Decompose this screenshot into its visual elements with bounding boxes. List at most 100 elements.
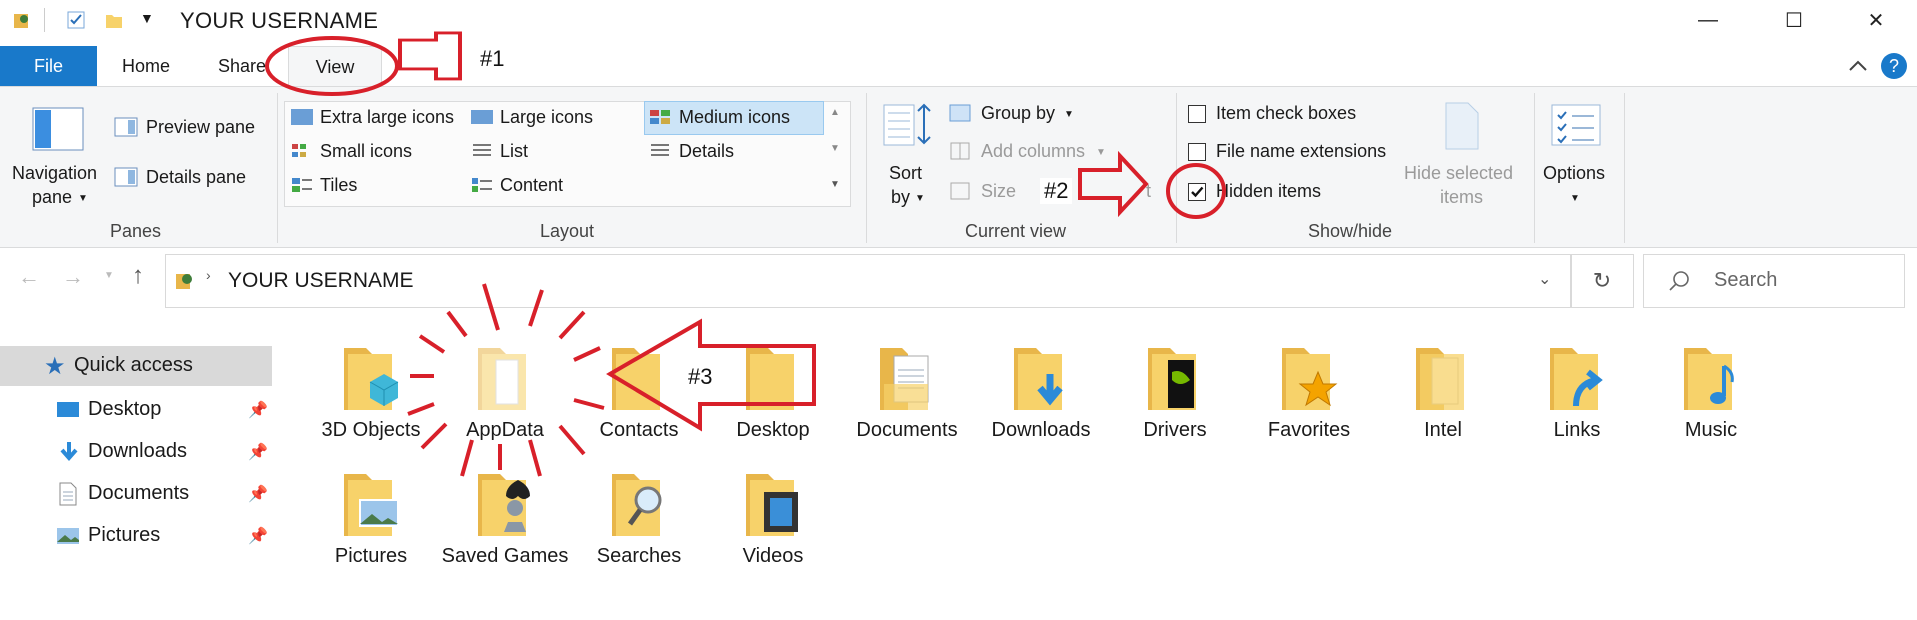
tiles-icon xyxy=(292,178,312,192)
hide-selected-items-button[interactable]: Hide selected xyxy=(1404,163,1513,184)
contacts-folder-icon xyxy=(612,348,660,410)
pin-icon[interactable]: 📌 xyxy=(248,442,268,462)
up-arrow-icon[interactable]: ↑ xyxy=(132,262,144,290)
folder-item-appdata[interactable]: AppData xyxy=(440,338,570,468)
help-icon[interactable]: ? xyxy=(1880,52,1908,80)
layout-list[interactable]: List xyxy=(500,141,528,162)
layout-medium-icons[interactable]: Medium icons xyxy=(679,107,790,128)
folder-item-documents[interactable]: Documents xyxy=(842,338,972,468)
pin-icon[interactable]: 📌 xyxy=(248,400,268,420)
nav-quick-access[interactable]: ★ Quick access xyxy=(0,346,272,386)
hidden-items-label[interactable]: Hidden items xyxy=(1216,181,1321,202)
content-icon xyxy=(472,178,492,192)
pin-icon[interactable]: 📌 xyxy=(248,484,268,504)
hidden-items-checkbox[interactable] xyxy=(1188,183,1206,201)
layout-extra-large-icons[interactable]: Extra large icons xyxy=(320,107,454,128)
details-pane-button[interactable]: Details pane xyxy=(146,167,246,188)
gallery-scroll-up-icon[interactable]: ▲ xyxy=(830,107,840,118)
options-button[interactable]: Options xyxy=(1543,163,1605,184)
pin-icon[interactable]: 📌 xyxy=(248,526,268,546)
checkmark-icon xyxy=(1191,186,1204,198)
folder-item-3d-objects[interactable]: 3D Objects xyxy=(306,338,436,468)
navigation-pane-button-line2[interactable]: pane xyxy=(32,187,72,208)
refresh-icon[interactable]: ↻ xyxy=(1570,254,1634,308)
file-name-extensions-label[interactable]: File name extensions xyxy=(1216,141,1386,162)
properties-icon[interactable] xyxy=(66,10,86,30)
folder-label: Documents xyxy=(856,419,958,441)
folder-item-saved-games[interactable]: Saved Games xyxy=(440,464,570,594)
chevron-down-icon: ▼ xyxy=(1064,109,1074,120)
folder-label: Favorites xyxy=(1267,419,1351,441)
customize-toolbar-icon[interactable]: ▼ xyxy=(140,10,154,26)
folder-item-searches[interactable]: Searches xyxy=(574,464,704,594)
folder-item-favorites[interactable]: Favorites xyxy=(1244,338,1374,468)
nav-documents[interactable]: Documents 📌 xyxy=(0,474,272,514)
folder-item-downloads[interactable]: Downloads xyxy=(976,338,1106,468)
saved-games-folder-icon xyxy=(478,474,530,536)
tab-home[interactable]: Home xyxy=(106,46,186,86)
layout-small-icons[interactable]: Small icons xyxy=(320,141,412,162)
tab-file[interactable]: File xyxy=(0,46,97,86)
folder-item-contacts[interactable]: Contacts xyxy=(574,338,704,468)
folder-item-pictures[interactable]: Pictures xyxy=(306,464,436,594)
gallery-more-icon[interactable]: ▼ xyxy=(830,179,840,190)
tab-view[interactable]: View xyxy=(288,46,382,87)
annotation-label-2: #2 xyxy=(1040,178,1073,204)
folder-label: 3D Objects xyxy=(321,419,421,441)
nav-pictures[interactable]: Pictures 📌 xyxy=(0,516,272,556)
maximize-button[interactable]: ☐ xyxy=(1753,0,1835,40)
sort-by-button-line2[interactable]: by xyxy=(891,187,910,208)
gallery-scroll-down-icon[interactable]: ▼ xyxy=(830,143,840,154)
collapse-ribbon-icon[interactable] xyxy=(1846,56,1870,76)
nav-desktop[interactable]: Desktop 📌 xyxy=(0,390,272,430)
layout-content[interactable]: Content xyxy=(500,175,563,196)
minimize-button[interactable]: — xyxy=(1667,0,1749,40)
item-check-boxes-label[interactable]: Item check boxes xyxy=(1216,103,1356,124)
folder-item-drivers[interactable]: Drivers xyxy=(1110,338,1240,468)
address-bar[interactable]: › YOUR USERNAME ⌄ xyxy=(165,254,1572,308)
chevron-down-icon: ▼ xyxy=(1570,193,1580,204)
add-columns-button[interactable]: Add columns xyxy=(981,141,1085,162)
address-path[interactable]: YOUR USERNAME xyxy=(228,269,414,293)
folder-label: Intel xyxy=(1424,419,1462,441)
folder-item-videos[interactable]: Videos xyxy=(708,464,838,594)
extra-large-icons-icon xyxy=(291,109,313,125)
navigation-pane-button[interactable]: Navigation xyxy=(12,163,97,184)
sort-by-icon[interactable] xyxy=(882,101,932,149)
size-all-columns-tail: t xyxy=(1146,181,1152,201)
appdata-folder-icon xyxy=(478,348,526,410)
item-check-boxes-checkbox[interactable] xyxy=(1188,105,1206,123)
close-button[interactable]: ✕ xyxy=(1835,0,1917,40)
recent-locations-icon[interactable]: ▼ xyxy=(104,270,114,281)
folder-item-links[interactable]: Links xyxy=(1512,338,1642,468)
pictures-icon xyxy=(57,528,79,544)
group-label-layout: Layout xyxy=(540,221,595,241)
search-input[interactable]: Search xyxy=(1643,254,1905,308)
preview-pane-icon xyxy=(114,117,138,137)
forward-arrow-icon[interactable]: → xyxy=(62,264,84,290)
group-by-button[interactable]: Group by xyxy=(981,103,1055,124)
size-all-columns-button[interactable]: Size xyxy=(981,181,1016,202)
user-folder-icon xyxy=(176,274,192,289)
tab-share[interactable]: Share xyxy=(206,46,278,86)
address-dropdown-icon[interactable]: ⌄ xyxy=(1538,269,1551,289)
sort-by-button[interactable]: Sort xyxy=(889,163,922,184)
preview-pane-button[interactable]: Preview pane xyxy=(146,117,255,138)
group-by-icon xyxy=(949,104,971,122)
new-folder-icon[interactable] xyxy=(104,10,124,30)
back-arrow-icon[interactable]: ← xyxy=(18,264,40,290)
folder-item-intel[interactable]: Intel xyxy=(1378,338,1508,468)
folder-item-music[interactable]: Music xyxy=(1646,338,1776,468)
layout-large-icons[interactable]: Large icons xyxy=(500,107,593,128)
hide-selected-items-button-line2[interactable]: items xyxy=(1440,187,1483,208)
navigation-pane-icon[interactable] xyxy=(32,107,84,151)
layout-details[interactable]: Details xyxy=(679,141,734,162)
folder-label: Contacts xyxy=(599,419,679,441)
file-name-extensions-checkbox[interactable] xyxy=(1188,143,1206,161)
hide-selected-items-icon[interactable] xyxy=(1440,101,1484,151)
folder-item-desktop[interactable]: Desktop xyxy=(708,338,838,468)
nav-downloads[interactable]: Downloads 📌 xyxy=(0,432,272,472)
layout-tiles[interactable]: Tiles xyxy=(320,175,357,196)
chevron-down-icon: ▼ xyxy=(1096,147,1106,158)
options-icon[interactable] xyxy=(1550,101,1602,149)
